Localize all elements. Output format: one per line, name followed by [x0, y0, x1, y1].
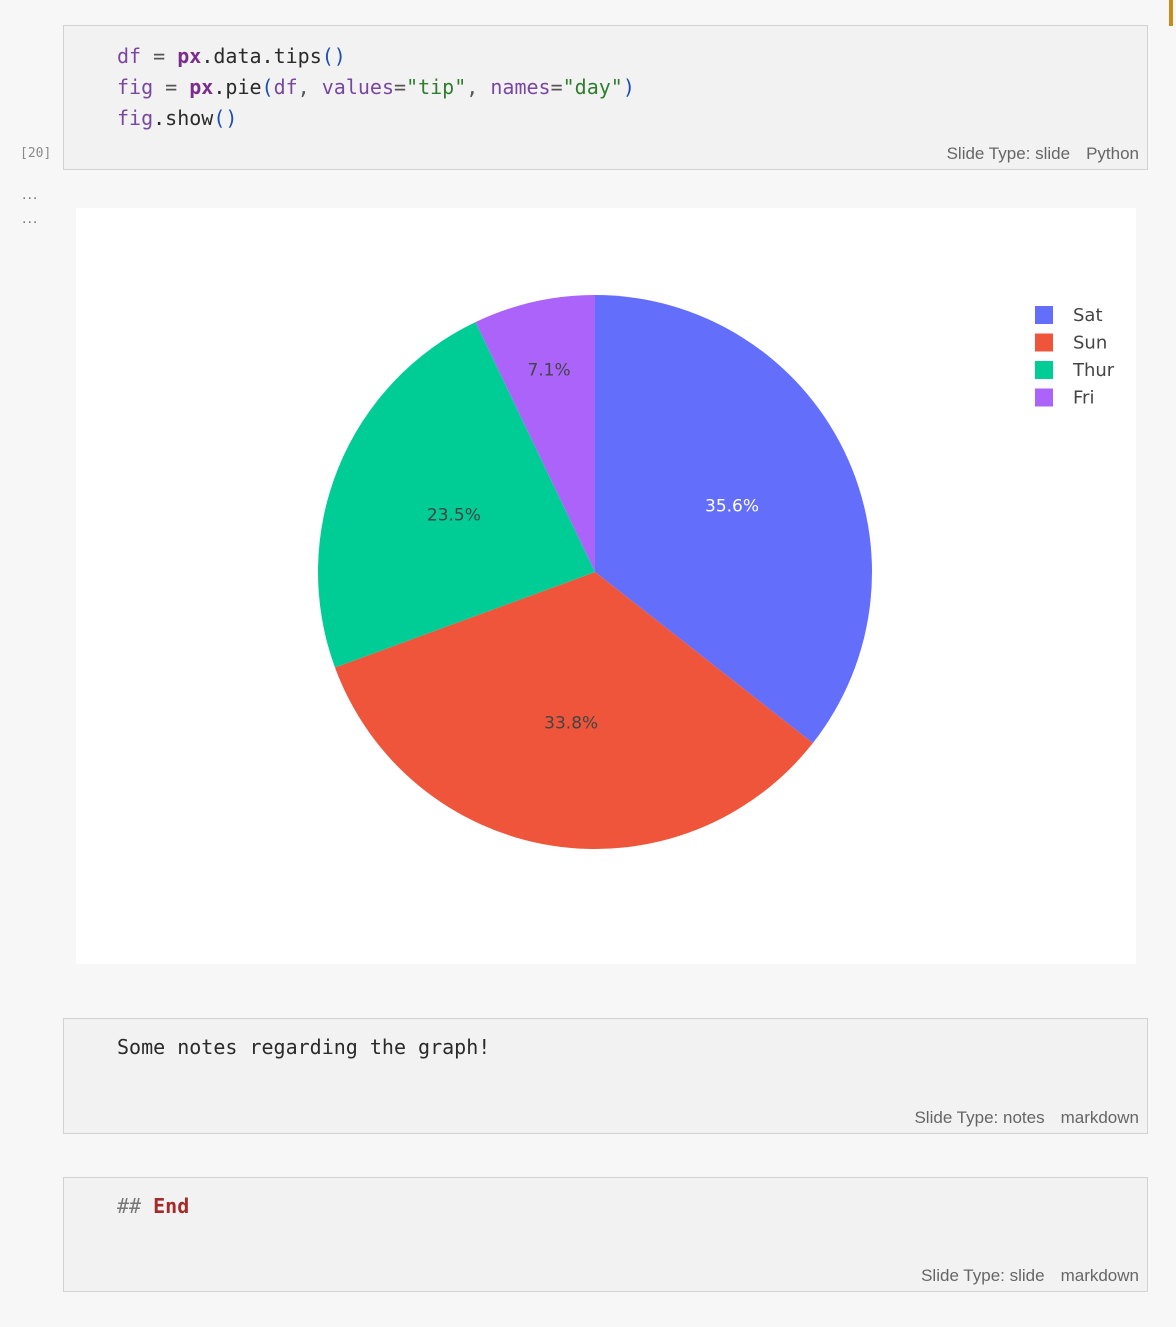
cell-language-label[interactable]: Python	[1086, 144, 1139, 163]
legend-item-fri[interactable]: Fri	[1035, 388, 1094, 409]
slide-type-label[interactable]: Slide Type: notes	[914, 1108, 1044, 1127]
plot-output: 35.6% 33.8% 23.5% 7.1% Sat Sun Thur Fri	[76, 208, 1136, 964]
output-collapser[interactable]: ...	[22, 187, 38, 203]
output-collapser[interactable]: ...	[22, 211, 38, 227]
cell-footer: Slide Type: notes markdown	[914, 1108, 1139, 1128]
heading-markdown: ## End	[117, 1194, 189, 1218]
legend-label: Fri	[1073, 388, 1094, 409]
legend-item-thur[interactable]: Thur	[1035, 360, 1115, 381]
legend-label: Sat	[1073, 305, 1103, 326]
pie-slice-label: 33.8%	[544, 713, 598, 733]
modified-marker	[1169, 0, 1173, 26]
legend-label: Thur	[1072, 360, 1115, 381]
legend-item-sun[interactable]: Sun	[1035, 333, 1107, 354]
pie-chart[interactable]: 35.6% 33.8% 23.5% 7.1% Sat Sun Thur Fri	[76, 208, 1136, 964]
legend-swatch	[1035, 306, 1053, 324]
notes-cell[interactable]: Some notes regarding the graph! Slide Ty…	[63, 1018, 1148, 1134]
pie-slice-label: 23.5%	[427, 506, 481, 526]
code-line-2: fig = px.pie(df, values="tip", names="da…	[117, 75, 635, 99]
pie-slice-label: 7.1%	[527, 360, 570, 380]
legend-swatch	[1035, 388, 1053, 407]
notes-text: Some notes regarding the graph!	[117, 1035, 491, 1059]
notebook-page: df = px.data.tips() fig = px.pie(df, valu…	[0, 0, 1176, 1327]
code-editor[interactable]: df = px.data.tips() fig = px.pie(df, valu…	[117, 41, 635, 134]
cell-language-label[interactable]: markdown	[1061, 1266, 1139, 1285]
cell-footer: Slide Type: slide Python	[947, 144, 1139, 164]
execution-count: [20]	[20, 146, 52, 161]
code-line-3: fig.show()	[117, 106, 238, 130]
cell-footer: Slide Type: slide markdown	[921, 1266, 1139, 1286]
cell-language-label[interactable]: markdown	[1061, 1108, 1139, 1127]
heading-hash: ##	[117, 1194, 142, 1218]
legend-item-sat[interactable]: Sat	[1035, 305, 1103, 326]
legend-swatch	[1035, 333, 1053, 352]
heading-text: End	[153, 1194, 190, 1218]
pie-slice-label: 35.6%	[705, 496, 759, 516]
legend-label: Sun	[1073, 333, 1107, 354]
legend-swatch	[1035, 361, 1053, 379]
slide-type-label[interactable]: Slide Type: slide	[921, 1266, 1044, 1285]
end-cell[interactable]: ## End Slide Type: slide markdown	[63, 1177, 1148, 1292]
slide-type-label[interactable]: Slide Type: slide	[947, 144, 1070, 163]
code-cell[interactable]: df = px.data.tips() fig = px.pie(df, valu…	[63, 25, 1148, 170]
code-line-1: df = px.data.tips()	[117, 44, 346, 68]
